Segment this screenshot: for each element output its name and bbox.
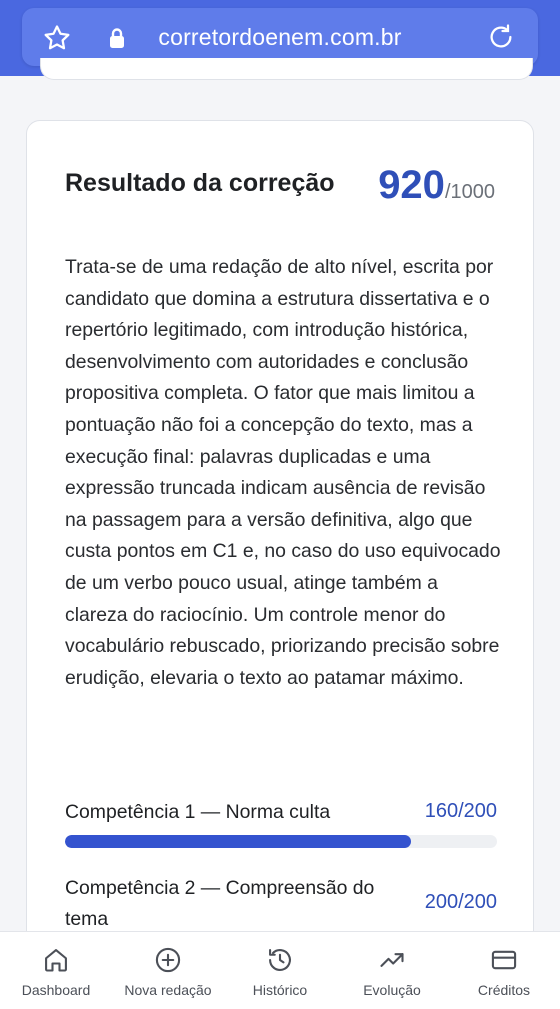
plus-circle-icon: [155, 947, 181, 973]
result-title: Resultado da correção: [65, 169, 335, 197]
credit-card-icon: [491, 950, 517, 970]
result-card: Resultado da correção 920/1000 Trata-se …: [26, 120, 534, 1009]
competency-label: Competência 2 — Compreensão do tema: [65, 877, 375, 930]
nav-label: Dashboard: [21, 982, 91, 998]
trending-up-icon: [380, 953, 404, 967]
nav-label: Histórico: [252, 982, 308, 998]
bottom-navigation: Dashboard Nova redação Histórico Evoluçã…: [0, 931, 560, 1009]
competency-score: 160/200: [424, 800, 497, 822]
history-icon: [269, 949, 291, 971]
total-score: 920/1000: [378, 163, 495, 208]
reload-icon[interactable]: [486, 22, 516, 52]
nav-item-creditos[interactable]: Créditos: [448, 932, 560, 1009]
competency-label: Competência 1 — Norma culta: [65, 801, 331, 823]
result-summary: Trata-se de uma redação de alto nível, e…: [65, 256, 501, 689]
nav-item-evolucao[interactable]: Evolução: [336, 932, 448, 1009]
competency-progress-bar: [65, 835, 497, 848]
nav-label: Evolução: [363, 982, 421, 998]
nav-item-dashboard[interactable]: Dashboard: [0, 932, 112, 1009]
nav-item-historico[interactable]: Histórico: [224, 932, 336, 1009]
url-text[interactable]: corretordoenem.com.br: [22, 24, 538, 51]
score-max: /1000: [444, 181, 495, 203]
competency-progress-fill: [65, 835, 411, 848]
previous-card: [40, 58, 533, 80]
nav-label: Nova redação: [124, 982, 212, 998]
competency-score: 200/200: [424, 891, 497, 913]
score-value: 920: [378, 163, 445, 207]
competency-1: Competência 1 — Norma culta 160/200: [65, 797, 497, 857]
nav-item-nova-redacao[interactable]: Nova redação: [112, 932, 224, 1009]
home-icon: [45, 949, 67, 972]
nav-label: Créditos: [477, 982, 531, 998]
